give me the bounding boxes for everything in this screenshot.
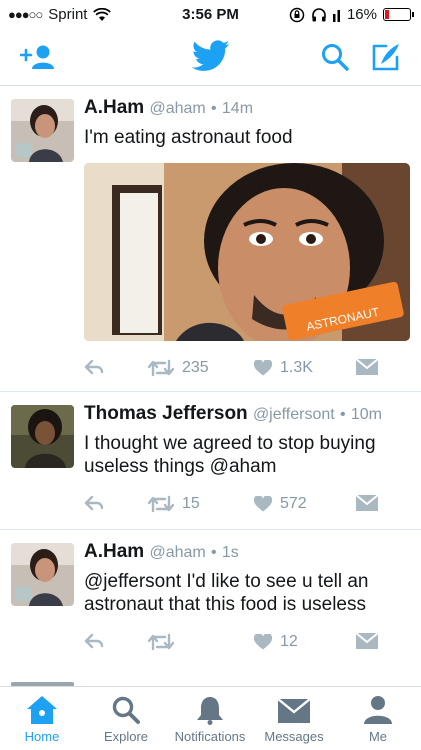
like-button[interactable]: 1.3K bbox=[254, 359, 313, 377]
battery-icon bbox=[383, 8, 414, 21]
bottom-tab-bar: Home Explore Notifications Messages Me bbox=[0, 686, 421, 750]
compose-icon[interactable] bbox=[372, 43, 400, 71]
home-icon bbox=[27, 696, 57, 724]
tweet-header: A.Ham @aham • 14m bbox=[84, 97, 253, 119]
username[interactable]: @aham bbox=[149, 100, 205, 117]
avatar[interactable] bbox=[11, 405, 74, 468]
direct-message-button[interactable] bbox=[356, 495, 378, 511]
like-button[interactable]: 12 bbox=[254, 633, 298, 651]
tweet-header: A.Ham @aham • 1s bbox=[84, 541, 239, 563]
heart-icon bbox=[254, 496, 272, 512]
tweet-text: I'm eating astronaut food bbox=[84, 127, 293, 148]
separator-dot: • bbox=[339, 406, 346, 423]
status-bar: ●●●○○ Sprint 3:56 PM 16% bbox=[0, 0, 421, 30]
tweet-text: I thought we agreed to stop buying usele… bbox=[84, 433, 376, 477]
tab-me[interactable]: Me bbox=[336, 687, 420, 750]
retweet-count: 235 bbox=[182, 359, 209, 376]
timestamp[interactable]: 10m bbox=[351, 406, 382, 423]
cellular-bars-icon bbox=[332, 9, 340, 22]
envelope-icon bbox=[356, 495, 378, 511]
separator-dot: • bbox=[211, 544, 217, 561]
tweet-text: @jeffersont I'd like to see u tell an as… bbox=[84, 571, 369, 615]
timestamp[interactable]: 14m bbox=[222, 100, 253, 117]
add-user-icon[interactable] bbox=[20, 44, 56, 70]
retweet-button[interactable]: 235 bbox=[148, 359, 209, 377]
direct-message-button[interactable] bbox=[356, 633, 378, 649]
retweet-count: 15 bbox=[182, 495, 200, 512]
status-right: 16% bbox=[289, 6, 414, 23]
avatar[interactable] bbox=[11, 99, 74, 162]
display-name[interactable]: A.Ham bbox=[84, 541, 144, 562]
tweet-actions: 235 1.3K bbox=[84, 359, 384, 383]
like-button[interactable]: 572 bbox=[254, 495, 307, 513]
tab-messages[interactable]: Messages bbox=[252, 687, 336, 750]
battery-fill bbox=[385, 10, 389, 19]
timestamp[interactable]: 1s bbox=[222, 544, 239, 561]
search-icon[interactable] bbox=[321, 43, 349, 71]
display-name[interactable]: A.Ham bbox=[84, 97, 144, 118]
display-name[interactable]: Thomas Jefferson bbox=[84, 403, 248, 424]
rotation-lock-icon bbox=[289, 7, 305, 22]
retweet-icon bbox=[148, 359, 174, 377]
tab-label: Messages bbox=[264, 729, 324, 744]
reply-icon bbox=[84, 359, 104, 375]
tab-label: Notifications bbox=[174, 729, 246, 744]
direct-message-button[interactable] bbox=[356, 359, 378, 375]
tab-explore[interactable]: Explore bbox=[84, 687, 168, 750]
tweet-actions: 15 572 bbox=[84, 495, 384, 519]
tab-notifications[interactable]: Notifications bbox=[168, 687, 252, 750]
person-icon bbox=[364, 696, 392, 724]
like-count: 1.3K bbox=[280, 359, 313, 376]
tweet[interactable]: Thomas Jefferson @jeffersont • 10m I tho… bbox=[0, 392, 421, 530]
separator-dot: • bbox=[211, 100, 217, 117]
avatar[interactable] bbox=[11, 543, 74, 606]
reply-button[interactable] bbox=[84, 495, 104, 511]
envelope-icon bbox=[278, 699, 310, 723]
tweet[interactable]: A.Ham @aham • 14m I'm eating astronaut f… bbox=[0, 87, 421, 392]
reply-button[interactable] bbox=[84, 633, 104, 649]
search-icon bbox=[112, 696, 140, 724]
like-count: 572 bbox=[280, 495, 307, 512]
reply-button[interactable] bbox=[84, 359, 104, 375]
tab-label: Home bbox=[24, 729, 60, 744]
retweet-icon bbox=[148, 495, 174, 513]
reply-icon bbox=[84, 495, 104, 511]
twitter-bird-logo[interactable] bbox=[192, 40, 230, 72]
headphones-icon bbox=[312, 7, 326, 21]
like-count: 12 bbox=[280, 633, 298, 650]
tab-label: Explore bbox=[103, 729, 149, 744]
tab-home[interactable]: Home bbox=[0, 687, 84, 750]
top-nav-bar bbox=[0, 30, 421, 86]
retweet-button[interactable] bbox=[148, 633, 174, 651]
tweet-photo[interactable]: ASTRONAUT bbox=[84, 163, 410, 341]
tweet-actions: 12 bbox=[84, 633, 384, 657]
retweet-button[interactable]: 15 bbox=[148, 495, 200, 513]
tab-label: Me bbox=[368, 729, 388, 744]
tweet-header: Thomas Jefferson @jeffersont • 10m bbox=[84, 403, 382, 425]
heart-icon bbox=[254, 634, 272, 650]
username[interactable]: @aham bbox=[149, 544, 205, 561]
username[interactable]: @jeffersont bbox=[253, 406, 335, 423]
reply-icon bbox=[84, 633, 104, 649]
envelope-icon bbox=[356, 633, 378, 649]
envelope-icon bbox=[356, 359, 378, 375]
heart-icon bbox=[254, 360, 272, 376]
bell-icon bbox=[197, 697, 223, 725]
retweet-icon bbox=[148, 633, 174, 651]
battery-percent: 16% bbox=[346, 6, 377, 23]
tweet[interactable]: A.Ham @aham • 1s @jeffersont I'd like to… bbox=[0, 530, 421, 686]
